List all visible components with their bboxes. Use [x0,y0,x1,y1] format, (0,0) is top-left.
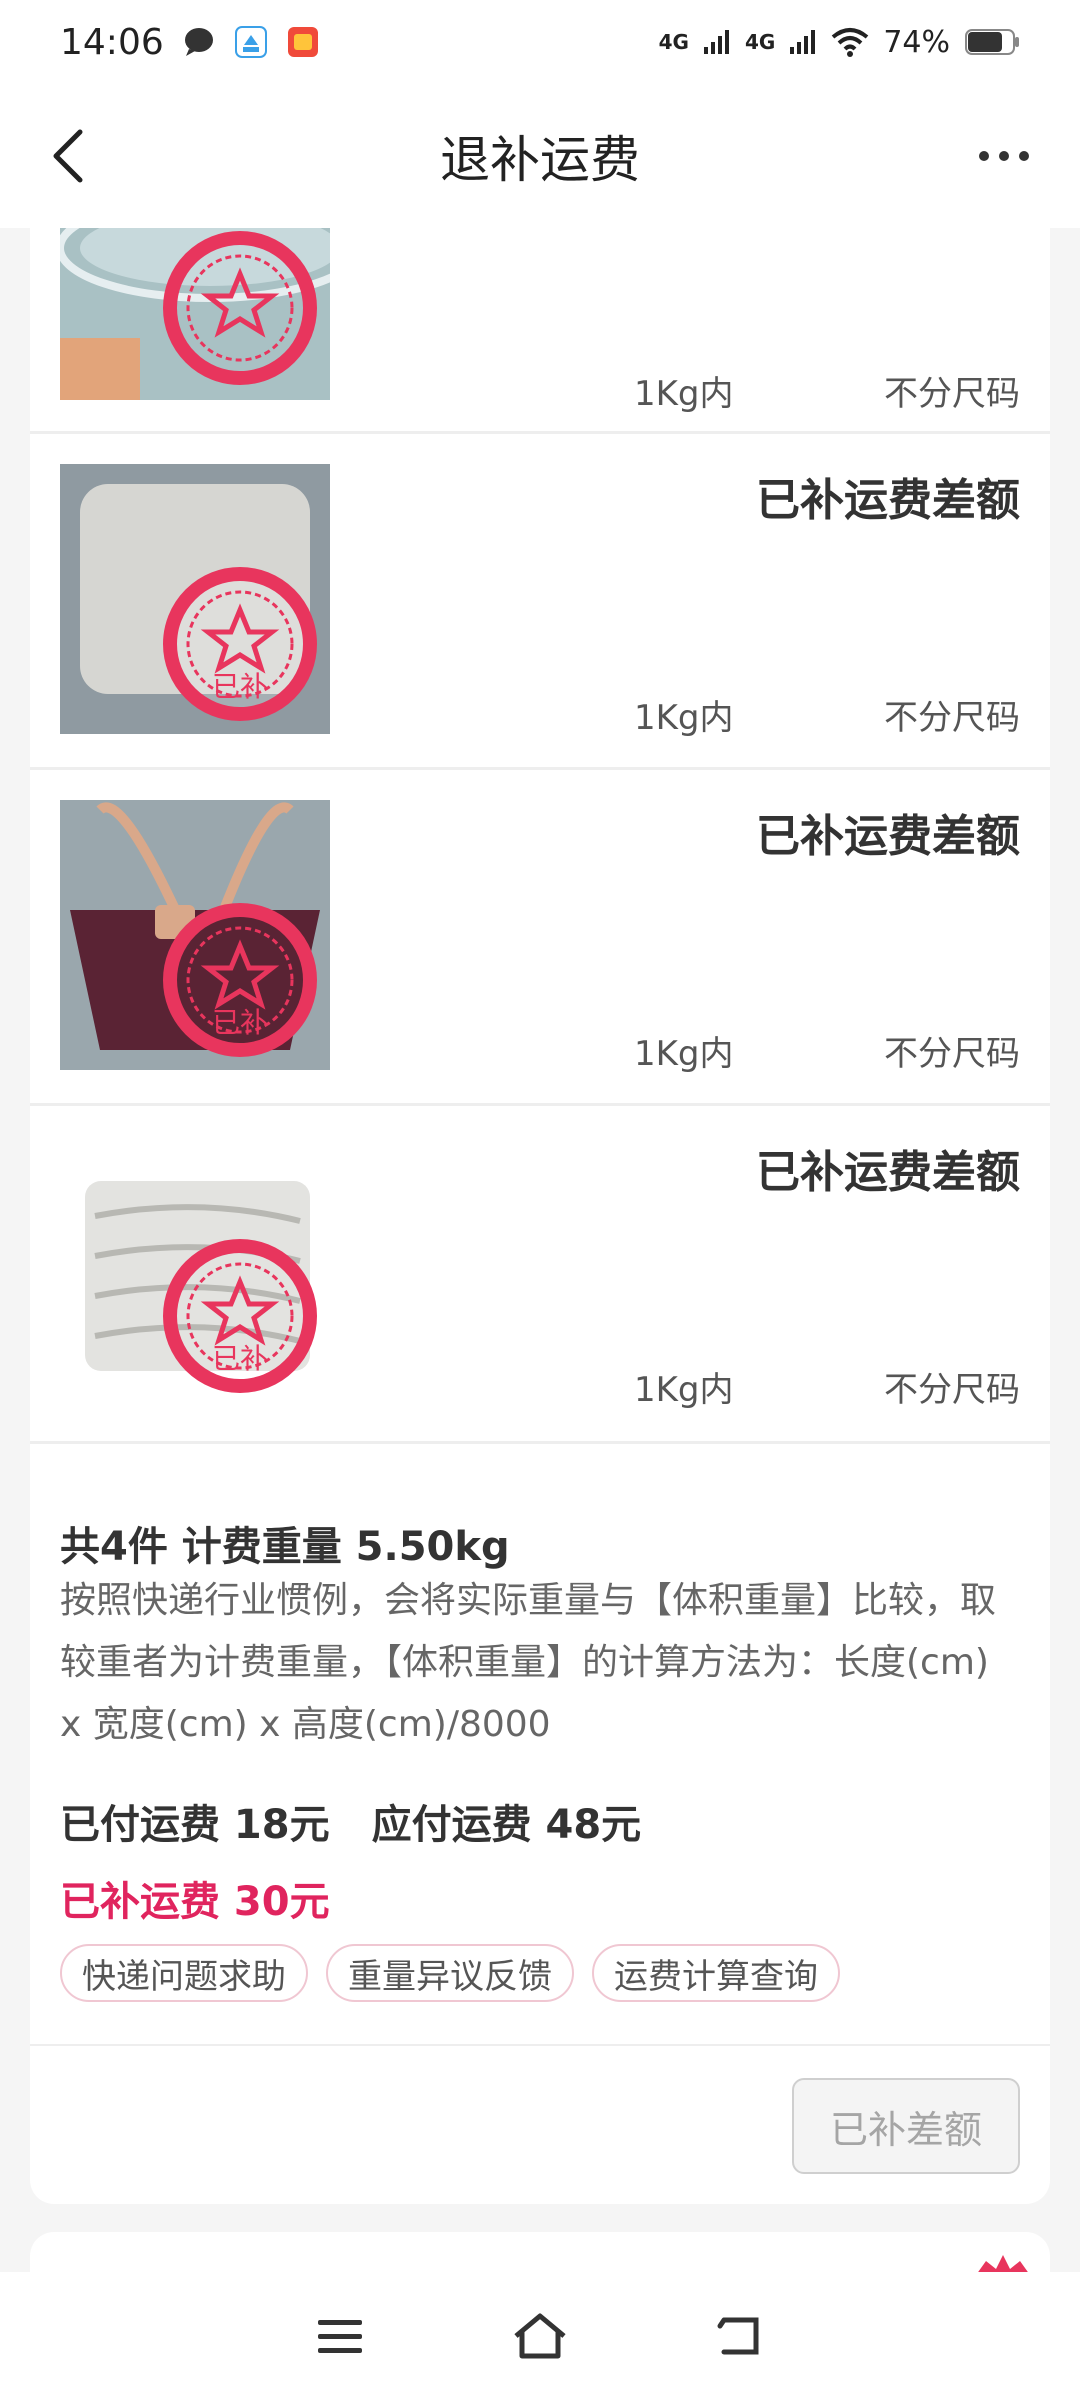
system-back-button[interactable] [700,2296,780,2376]
more-icon-dot [979,151,989,161]
chip-express-help[interactable]: 快递问题求助 [60,1944,308,2002]
item-weight: 1Kg内 [634,698,734,738]
item-size: 不分尺码 [884,1370,1020,1410]
summary-title: 共4件 计费重量 5.50kg [60,1524,510,1570]
fee-line: 已付运费 18元 应付运费 48元 [60,1792,641,1850]
product-image: 已补 [60,1136,330,1406]
status-right: 4G 4G 74% [659,25,1020,60]
status-bar: 14:06 4G 4G 74% [0,0,1080,84]
network-label-2: 4G [744,30,776,54]
page-title: 退补运费 [440,131,640,189]
extra-fee: 已补运费 30元 [60,1879,330,1925]
due-fee: 应付运费 48元 [371,1802,642,1848]
item-status: 已补运费差额 [756,811,1020,862]
item-status: 已补运费差额 [756,1147,1020,1198]
back-icon [717,2317,759,2355]
status-time: 14:06 [60,21,164,63]
status-left: 14:06 [60,22,320,63]
item-row[interactable]: 已补 已补运费差额 1Kg内 不分尺码 [30,1106,1050,1444]
summary-section: 共4件 计费重量 5.50kg 按照快递行业惯例，会将实际重量与【体积重量】比较… [30,1444,1050,2044]
stamp-text: 已补 [212,1006,268,1039]
item-size: 不分尺码 [884,698,1020,738]
message-icon [182,25,216,59]
app-icon-2 [286,25,320,59]
stamp-text: 已补 [212,670,268,703]
home-icon [514,2313,566,2359]
home-button[interactable] [500,2296,580,2376]
freight-card: 1Kg内 不分尺码 已补 已补运费差额 1Kg内 不分尺码 已补 已补运费差额 … [30,228,1050,2204]
product-thumbnail: 已补 [60,1136,330,1406]
product-thumbnail: 已补 [60,464,330,734]
summary-description: 按照快递行业惯例，会将实际重量与【体积重量】比较，取较重者为计费重量，【体积重量… [60,1580,997,1745]
item-weight: 1Kg内 [634,1034,734,1074]
item-row[interactable]: 1Kg内 不分尺码 [30,228,1050,434]
menu-icon [318,2320,362,2353]
more-icon-dot [999,151,1009,161]
stamp-text: 已补 [212,1342,268,1375]
menu-button[interactable] [300,2296,380,2376]
battery-icon [964,27,1020,57]
item-weight: 1Kg内 [634,1370,734,1410]
item-status: 已补运费差额 [756,475,1020,526]
wifi-icon [831,27,869,57]
signal-icon [703,29,731,55]
item-row[interactable]: 已补 已补运费差额 1Kg内 不分尺码 [30,434,1050,770]
network-label-1: 4G [658,30,689,54]
product-thumbnail [60,228,330,400]
product-image: 已补 [60,800,330,1070]
divider [30,2044,1050,2046]
supplemented-button[interactable]: 已补差额 [792,2078,1020,2174]
chip-fee-query[interactable]: 运费计算查询 [592,1944,840,2002]
back-button[interactable] [36,124,100,188]
next-card [30,2232,1050,2272]
paid-fee: 已付运费 18元 [60,1802,330,1848]
more-icon-dot [1019,151,1029,161]
product-thumbnail: 已补 [60,800,330,1070]
signal-icon-2 [789,29,817,55]
battery-percent: 74% [883,24,950,60]
more-button[interactable] [964,124,1044,188]
product-image: 已补 [60,464,330,734]
item-row[interactable]: 已补 已补运费差额 1Kg内 不分尺码 [30,770,1050,1106]
chevron-left-icon [53,129,83,183]
product-image [60,228,330,400]
item-weight: 1Kg内 [634,374,734,414]
app-icon [234,25,268,59]
item-size: 不分尺码 [884,1034,1020,1074]
item-size: 不分尺码 [884,374,1020,414]
nav-bar: 退补运费 [0,84,1080,228]
help-chips: 快递问题求助 重量异议反馈 运费计算查询 [60,1944,840,2002]
system-nav-bar [0,2272,1080,2400]
chip-weight-feedback[interactable]: 重量异议反馈 [326,1944,574,2002]
